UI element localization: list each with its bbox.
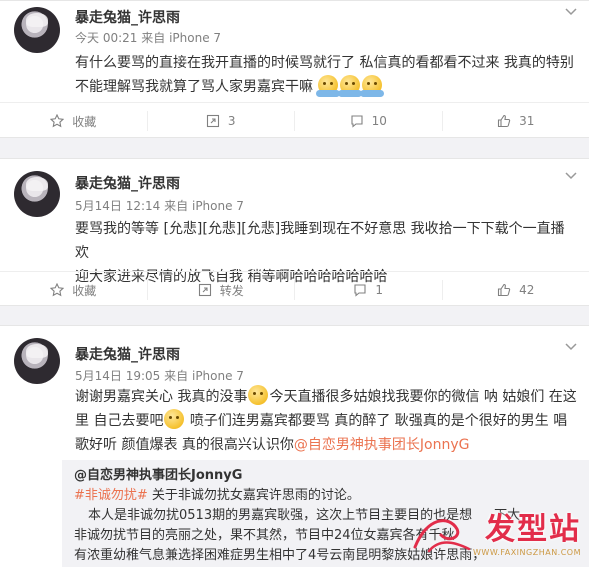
favorite-button[interactable]: 收藏 [0,111,148,131]
repost-icon [206,114,219,128]
avatar[interactable] [14,338,60,384]
post-text-line: 谢谢男嘉宾关心 我真的没事 今天直播很多姑娘找我要你的微信 呐 姑娘们 在这 [75,385,580,409]
post-text-segment: 歌好听 颜值爆表 真的很高兴认识你 [75,437,294,453]
watermark-swirl-icon [413,519,471,553]
post-meta: 今天 00:21 来自 iPhone 7 [75,29,221,46]
emoji-icon [164,409,185,429]
username[interactable]: 暴走兔猫_许思雨 [75,7,180,27]
post-text-line: 里 自己去要吧 喷子们连男嘉宾都要骂 真的醉了 耿强真的是个很好的男生 唱 [75,409,580,433]
post-text-line: 不能理解骂我就算了骂人家男嘉宾干嘛 [75,75,580,99]
post-text: 谢谢男嘉宾关心 我真的没事 今天直播很多姑娘找我要你的微信 呐 姑娘们 在这 里 … [75,385,580,457]
repost-button[interactable]: 3 [148,111,295,131]
comment-count: 10 [371,114,387,128]
topic-link[interactable]: #非诚勿扰# [74,488,148,503]
emoji-icon [248,385,269,405]
post-time[interactable]: 今天 00:21 [75,31,137,45]
post-meta: 5月14日 19:05 来自 iPhone 7 [75,367,244,384]
like-icon [498,114,511,128]
device-name[interactable]: iPhone 7 [192,369,244,383]
comment-icon [354,284,366,297]
favorite-label: 收藏 [72,114,97,129]
quoted-text: 关于非诚勿扰女嘉宾许思雨的讨论。 [147,488,360,503]
from-label: 来自 [164,199,189,213]
post-text-line: 要骂我的等等 [允悲][允悲][允悲]我睡到现在不好意思 我收拾一下下载个一直播… [75,221,565,261]
repost-label: 转发 [219,283,244,298]
post-time[interactable]: 5月14日 12:14 [75,199,160,213]
comment-button[interactable]: 1 [295,280,443,300]
comment-button[interactable]: 10 [295,111,443,131]
post-text-line: 有什么要骂的直接在我开直播的时候骂就行了 私信真的看都看不过来 我真的特别 [75,55,574,71]
post-text-line: 歌好听 颜值爆表 真的很高兴认识你@自恋男神执事团长JonnyG [75,433,580,457]
emoji-icon [316,75,341,97]
post-time[interactable]: 5月14日 19:05 [75,369,160,383]
chevron-down-icon[interactable] [565,5,577,19]
from-label: 来自 [164,369,189,383]
like-button[interactable]: 42 [443,280,589,300]
quoted-text: 非诚勿扰节目的亮丽之处，果不其然，节目中24位女嘉宾各有千秋 [74,528,455,543]
post-body: 暴走兔猫_许思雨 今天 00:21 来自 iPhone 7 有什么要骂的直接在我… [0,1,589,103]
favorite-label: 收藏 [72,283,97,298]
post-card: 暴走兔猫_许思雨 今天 00:21 来自 iPhone 7 有什么要骂的直接在我… [0,0,589,138]
avatar[interactable] [14,7,60,53]
post-text-segment: 谢谢男嘉宾关心 我真的没事 [75,389,248,405]
action-bar: 收藏 3 10 31 [0,102,589,138]
post-meta: 5月14日 12:14 来自 iPhone 7 [75,197,244,214]
post-body: 暴走兔猫_许思雨 5月14日 12:14 来自 iPhone 7 要骂我的等等 … [0,159,589,285]
comment-count: 1 [375,283,384,297]
like-button[interactable]: 31 [443,111,589,131]
mention-link[interactable]: @自恋男神执事团长JonnyG [294,437,470,453]
username[interactable]: 暴走兔猫_许思雨 [75,173,180,193]
like-count: 31 [519,114,535,128]
favorite-icon [50,114,65,128]
repost-icon [198,283,211,297]
watermark: 发型站 WWW.FAXINGZHAN.COM [473,504,581,557]
action-bar: 收藏 转发 1 42 [0,271,589,307]
post-text-segment: 今天直播很多姑娘找我要你的微信 呐 姑娘们 在这 [269,389,577,405]
like-icon [498,283,511,297]
emoji-icon [338,75,363,97]
device-name[interactable]: iPhone 7 [169,31,221,45]
device-name[interactable]: iPhone 7 [192,199,244,213]
avatar[interactable] [14,171,60,217]
like-count: 42 [519,283,535,297]
comment-icon [351,115,363,128]
repost-count: 3 [227,114,236,128]
from-label: 来自 [141,31,166,45]
post-card: 暴走兔猫_许思雨 5月14日 12:14 来自 iPhone 7 要骂我的等等 … [0,158,589,306]
emoji-icon [360,75,385,97]
chevron-down-icon[interactable] [565,169,577,183]
post-text-segment: 不能理解骂我就算了骂人家男嘉宾干嘛 [75,79,313,95]
chevron-down-icon[interactable] [565,340,577,354]
post-text-segment: 里 自己去要吧 [75,413,164,429]
favorite-button[interactable]: 收藏 [0,280,148,300]
watermark-url: WWW.FAXINGZHAN.COM [473,548,581,557]
repost-button[interactable]: 转发 [148,280,295,300]
quoted-username[interactable]: @自恋男神执事团长JonnyG [74,468,242,483]
post-text: 有什么要骂的直接在我开直播的时候骂就行了 私信真的看都看不过来 我真的特别 不能… [75,51,580,99]
username[interactable]: 暴走兔猫_许思雨 [75,344,180,364]
watermark-logo: 发型站 [485,512,581,547]
favorite-icon [50,283,65,297]
post-text-segment: 喷子们连男嘉宾都要骂 真的醉了 耿强真的是个很好的男生 唱 [185,413,568,429]
